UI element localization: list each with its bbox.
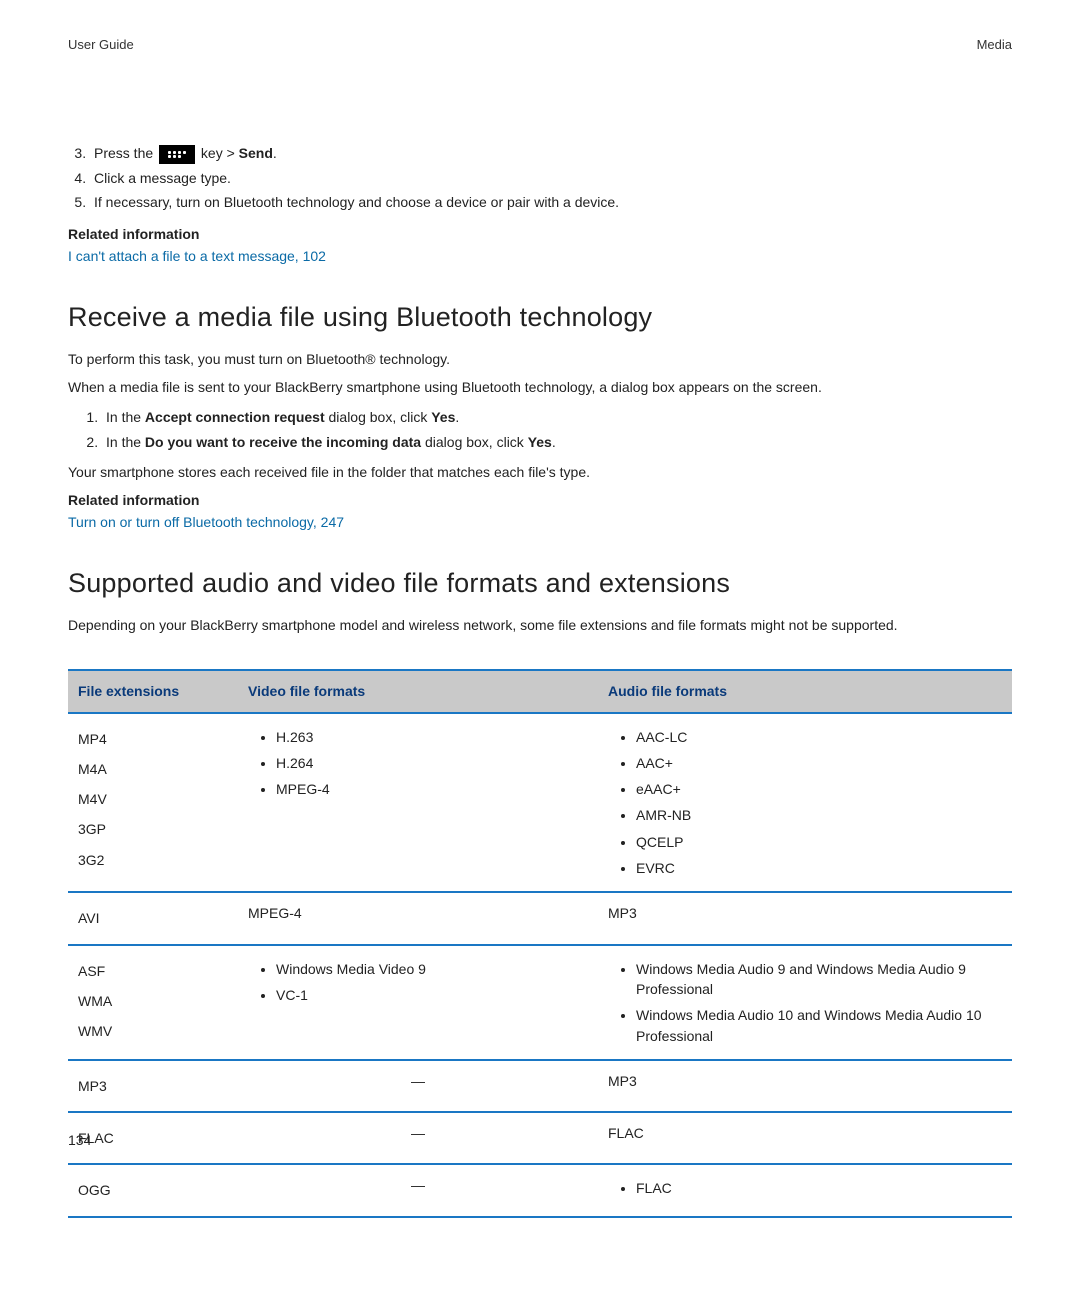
step-4: Click a message type. — [90, 166, 1012, 190]
receive-steps: In the Accept connection request dialog … — [102, 405, 1012, 454]
header-left: User Guide — [68, 36, 134, 55]
related-link-bluetooth-toggle[interactable]: Turn on or turn off Bluetooth technology… — [68, 514, 344, 530]
cell-audio: FLAC — [598, 1164, 1012, 1216]
cell-extensions: FLAC — [68, 1112, 238, 1164]
table-row: MP4M4AM4V3GP3G2H.263H.264MPEG-4AAC-LCAAC… — [68, 713, 1012, 893]
receive-step-1: In the Accept connection request dialog … — [102, 405, 1012, 429]
cell-audio: Windows Media Audio 9 and Windows Media … — [598, 945, 1012, 1060]
audio-format-item: Windows Media Audio 9 and Windows Media … — [636, 956, 1002, 1003]
cell-video: — — [238, 1164, 598, 1216]
section-title-receive-bluetooth: Receive a media file using Bluetooth tec… — [68, 298, 1012, 337]
section-title-supported-formats: Supported audio and video file formats a… — [68, 564, 1012, 603]
table-header-row: File extensions Video file formats Audio… — [68, 670, 1012, 712]
cell-audio: FLAC — [598, 1112, 1012, 1164]
rs2-a: In the — [106, 434, 145, 450]
formats-tbody: MP4M4AM4V3GP3G2H.263H.264MPEG-4AAC-LCAAC… — [68, 713, 1012, 1217]
th-audio-formats: Audio file formats — [598, 670, 1012, 712]
table-row: MP3—MP3 — [68, 1060, 1012, 1112]
audio-format-item: QCELP — [636, 829, 1002, 855]
top-steps-list: Press the key > Send. Click a message ty… — [90, 141, 1012, 214]
cell-extensions: ASFWMAWMV — [68, 945, 238, 1060]
header-right: Media — [977, 36, 1012, 55]
audio-format-item: FLAC — [636, 1175, 1002, 1201]
video-format-item: MPEG-4 — [276, 776, 588, 802]
rs2-c: dialog box, click — [421, 434, 528, 450]
ext-item: 3G2 — [78, 845, 228, 875]
cell-extensions: OGG — [68, 1164, 238, 1216]
cell-video: — — [238, 1060, 598, 1112]
audio-format-item: Windows Media Audio 10 and Windows Media… — [636, 1002, 1002, 1049]
receive-step-2: In the Do you want to receive the incomi… — [102, 430, 1012, 454]
supported-desc: Depending on your BlackBerry smartphone … — [68, 615, 1012, 635]
audio-format-item: AAC+ — [636, 750, 1002, 776]
rs1-b: Accept connection request — [145, 409, 325, 425]
ext-item: WMA — [78, 986, 228, 1016]
cell-extensions: AVI — [68, 892, 238, 944]
related-link-attach-file[interactable]: I can't attach a file to a text message,… — [68, 248, 326, 264]
step-3-pre: Press the — [94, 145, 157, 161]
ext-item: WMV — [78, 1016, 228, 1046]
ext-item: OGG — [78, 1175, 228, 1205]
video-format-item: H.264 — [276, 750, 588, 776]
table-row: ASFWMAWMVWindows Media Video 9VC-1Window… — [68, 945, 1012, 1060]
audio-format-item: EVRC — [636, 855, 1002, 881]
ext-item: AVI — [78, 903, 228, 933]
table-row: OGG — FLAC — [68, 1164, 1012, 1216]
related-info-heading-1: Related information — [68, 224, 1012, 244]
ext-item: FLAC — [78, 1123, 228, 1153]
ext-item: M4V — [78, 784, 228, 814]
cell-audio: AAC-LCAAC+eAAC+AMR-NBQCELPEVRC — [598, 713, 1012, 893]
step-3-post: key > — [197, 145, 239, 161]
page-header: User Guide Media — [68, 36, 1012, 55]
rs1-c: dialog box, click — [325, 409, 432, 425]
step-3-tail: . — [273, 145, 277, 161]
step-3-bold: Send — [239, 145, 273, 161]
audio-format-item: AMR-NB — [636, 802, 1002, 828]
rs2-b: Do you want to receive the incoming data — [145, 434, 421, 450]
cell-audio: MP3 — [598, 892, 1012, 944]
video-format-item: VC-1 — [276, 982, 588, 1008]
ext-item: 3GP — [78, 814, 228, 844]
audio-format-item: eAAC+ — [636, 776, 1002, 802]
receive-p3: Your smartphone stores each received fil… — [68, 462, 1012, 482]
formats-table: File extensions Video file formats Audio… — [68, 669, 1012, 1217]
receive-p2: When a media file is sent to your BlackB… — [68, 377, 1012, 397]
step-3: Press the key > Send. — [90, 141, 1012, 166]
cell-video: — — [238, 1112, 598, 1164]
cell-video: H.263H.264MPEG-4 — [238, 713, 598, 893]
rs1-e: . — [455, 409, 459, 425]
receive-p1: To perform this task, you must turn on B… — [68, 349, 1012, 369]
rs2-e: . — [552, 434, 556, 450]
ext-item: MP3 — [78, 1071, 228, 1101]
table-row: AVI MPEG-4MP3 — [68, 892, 1012, 944]
rs1-a: In the — [106, 409, 145, 425]
ext-item: M4A — [78, 754, 228, 784]
rs1-d: Yes — [431, 409, 455, 425]
th-video-formats: Video file formats — [238, 670, 598, 712]
ext-item: MP4 — [78, 724, 228, 754]
cell-video: MPEG-4 — [238, 892, 598, 944]
table-row: FLAC—FLAC — [68, 1112, 1012, 1164]
cell-audio: MP3 — [598, 1060, 1012, 1112]
th-file-extensions: File extensions — [68, 670, 238, 712]
cell-extensions: MP3 — [68, 1060, 238, 1112]
blackberry-key-icon — [159, 145, 195, 164]
page-number: 134 — [68, 1130, 91, 1150]
ext-item: ASF — [78, 956, 228, 986]
related-info-heading-2: Related information — [68, 490, 1012, 510]
cell-extensions: MP4M4AM4V3GP3G2 — [68, 713, 238, 893]
video-format-item: Windows Media Video 9 — [276, 956, 588, 982]
video-format-item: H.263 — [276, 724, 588, 750]
cell-video: Windows Media Video 9VC-1 — [238, 945, 598, 1060]
audio-format-item: AAC-LC — [636, 724, 1002, 750]
rs2-d: Yes — [528, 434, 552, 450]
step-5: If necessary, turn on Bluetooth technolo… — [90, 190, 1012, 214]
